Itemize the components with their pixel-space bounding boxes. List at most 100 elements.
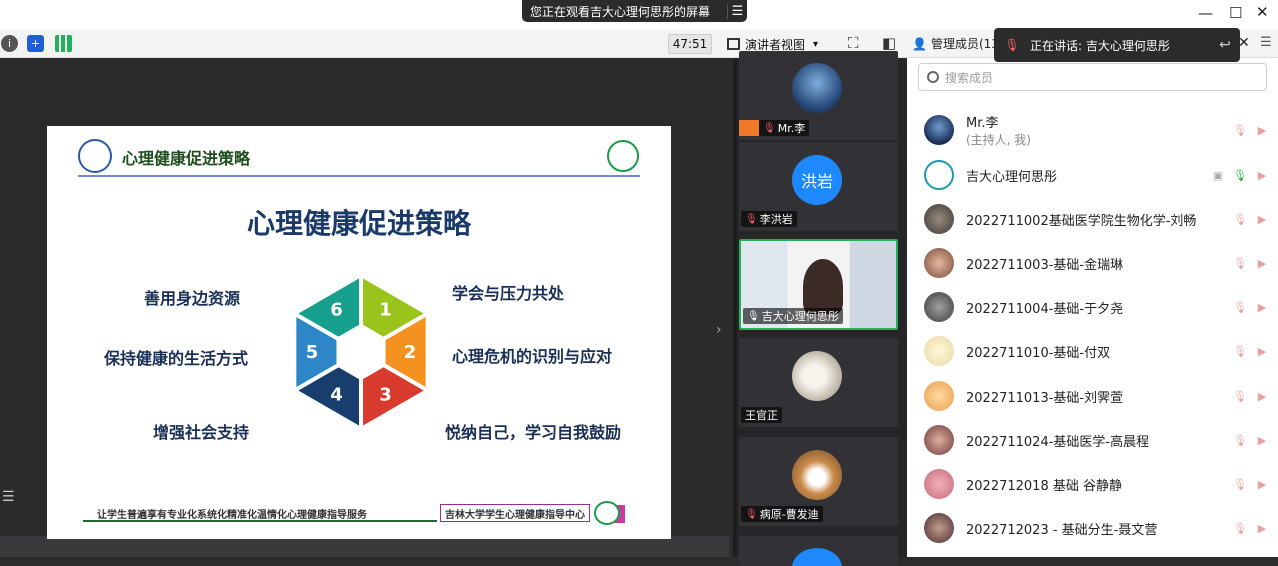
mic-muted-icon[interactable]: 🎙 [1229,257,1251,270]
member-row[interactable]: 2022711003-基础-金瑞琳 🎙 ▶ [918,241,1273,285]
avatar [792,351,842,401]
minimize-icon[interactable]: — [1198,4,1213,22]
footer-center-name: 吉林大学学生心理健康指导中心 [440,504,590,522]
reply-arrow-icon[interactable]: ↩ [1210,37,1240,53]
member-row[interactable]: 2022711004-基础-于夕尧 🎙 ▶ [918,285,1273,329]
video-tile-label: 王官正 [745,409,778,422]
header-divider [78,175,640,177]
avatar [924,292,954,322]
mic-muted-icon[interactable]: 🎙 [1229,522,1251,535]
video-tile-label: Mr.李 [777,122,806,135]
avatar [792,63,842,113]
member-info: 2022712018 基础 谷静静 [966,475,1229,494]
video-strip: 🎙 Mr.李 洪岩 🎙 李洪岩 🎙 吉大心理何思彤 王官正 🎙 病原-曹发迪 [737,51,907,566]
member-info: 2022711004-基础-于夕尧 [966,298,1229,317]
stage-bottom-strip [0,536,729,557]
avatar [924,336,954,366]
camera-off-icon[interactable]: ▶ [1251,213,1273,226]
mic-muted-icon[interactable]: 🎙 [1229,213,1251,226]
camera-off-icon[interactable]: ▶ [1251,124,1273,137]
strategy-label-5: 保持健康的生活方式 [104,349,249,368]
video-tile-name: 🎙 李洪岩 [741,211,797,227]
video-tile-name: 🎙 病原-曹发迪 [741,506,823,522]
footer-underline [83,520,437,522]
video-tile-name: 🎙 吉大心理何思彤 [743,308,843,324]
member-row[interactable]: 2022711024-基础医学-高晨程 🎙 ▶ [918,418,1273,462]
speaker-video [803,259,843,314]
fullscreen-icon[interactable]: ⛶ [848,34,859,52]
search-input[interactable]: 搜索成员 [918,63,1267,91]
member-info: 2022711010-基础-付双 [966,342,1229,361]
member-name: 吉大心理何思彤 [966,169,1058,185]
mic-muted-icon[interactable]: 🎙 [1229,434,1251,447]
member-row[interactable]: Mr.李 (主持人, 我) 🎙 ▶ [918,108,1273,152]
mic-muted-icon: 🎙 [745,508,758,520]
chevron-right-icon[interactable]: › [716,322,722,338]
user-icon [739,120,759,136]
maximize-icon[interactable]: ☐ [1229,4,1242,22]
mic-on-icon: 🎙 [747,310,760,322]
signal-icon[interactable] [55,35,72,52]
hex-number-4: 4 [330,384,343,405]
mic-muted-icon[interactable]: 🎙 [1229,478,1251,491]
sidebar-toggle-icon[interactable]: ◧ [882,34,896,52]
mic-muted-icon[interactable]: 🎙 [1229,390,1251,403]
mic-muted-icon: 🎙 [1004,38,1020,52]
hex-number-1: 1 [379,300,392,321]
mic-on-icon[interactable]: 🎙 [1229,169,1251,182]
strategy-label-4: 增强社会支持 [153,423,250,442]
camera-off-icon[interactable]: ▶ [1251,169,1273,182]
camera-off-icon[interactable]: ▶ [1251,522,1273,535]
member-info: 2022711013-基础-刘霁萱 [966,387,1229,406]
member-row[interactable]: 2022712023 - 基础分生-聂文营 🎙 ▶ [918,506,1273,550]
camera-off-icon[interactable]: ▶ [1251,301,1273,314]
video-tile[interactable] [739,536,898,566]
speaking-indicator: 🎙 正在讲话: 吉大心理何思彤 ↩ [994,28,1240,62]
video-tile[interactable]: 洪岩 🎙 李洪岩 [739,142,898,231]
member-name: 2022711013-基础-刘霁萱 [966,390,1124,406]
member-name: 2022711002基础医学院生物化学-刘畅 [966,213,1197,229]
list-icon[interactable]: ☰ [2,489,15,505]
slide-main-title: 心理健康促进策略 [246,207,471,240]
mic-muted-icon[interactable]: 🎙 [1229,124,1251,137]
video-tile[interactable]: 🎙 Mr.李 [739,51,898,140]
avatar [924,160,954,190]
camera-off-icon[interactable]: ▶ [1251,434,1273,447]
camera-off-icon[interactable]: ▶ [1251,478,1273,491]
member-name: 2022711003-基础-金瑞琳 [966,257,1124,273]
member-name: 2022711010-基础-付双 [966,345,1111,361]
mic-muted-icon[interactable]: 🎙 [1229,301,1251,314]
shield-icon[interactable]: + [27,35,44,52]
strategy-hexagon: 123 456 [290,274,432,430]
avatar [924,513,954,543]
mic-muted-icon: 🎙 [763,122,776,134]
screen-share-icon[interactable]: ▣ [1207,169,1229,182]
member-info: 2022711002基础医学院生物化学-刘畅 [966,210,1229,229]
camera-off-icon[interactable]: ▶ [1251,257,1273,270]
video-tile[interactable]: 王官正 [739,338,898,427]
member-row[interactable]: 吉大心理何思彤 ▣ 🎙 ▶ [918,153,1273,197]
slide-header-title: 心理健康促进策略 [122,149,251,168]
view-mode-label: 演讲者视图 [745,37,806,52]
member-row[interactable]: 2022711013-基础-刘霁萱 🎙 ▶ [918,374,1273,418]
member-role: (主持人, 我) [966,133,1031,147]
close-sidebar-icon[interactable]: ✕ [1238,35,1250,51]
avatar [924,204,954,234]
hamburger-icon[interactable]: ☰ [727,3,747,19]
member-row[interactable]: 2022712018 基础 谷静静 🎙 ▶ [918,462,1273,506]
info-icon[interactable]: i [1,35,18,52]
member-row[interactable]: 2022711010-基础-付双 🎙 ▶ [918,329,1273,373]
video-tile[interactable]: 🎙 病原-曹发迪 [739,437,898,526]
share-banner-text: 您正在观看吉大心理何思彤的屏幕 [530,4,711,19]
camera-off-icon[interactable]: ▶ [1251,345,1273,358]
meeting-timer: 47:51 [668,34,712,54]
mic-muted-icon[interactable]: 🎙 [1229,345,1251,358]
manage-members-label[interactable]: 管理成员(13) [931,35,1004,52]
video-tile-active[interactable]: 🎙 吉大心理何思彤 [739,239,898,330]
share-banner[interactable]: 您正在观看吉大心理何思彤的屏幕 ☰ [522,0,747,22]
avatar [792,450,842,500]
close-icon[interactable]: ✕ [1256,3,1269,21]
camera-off-icon[interactable]: ▶ [1251,390,1273,403]
member-row[interactable]: 2022711002基础医学院生物化学-刘畅 🎙 ▶ [918,197,1273,241]
sidebar-menu-icon[interactable]: ☰ [1260,35,1272,50]
